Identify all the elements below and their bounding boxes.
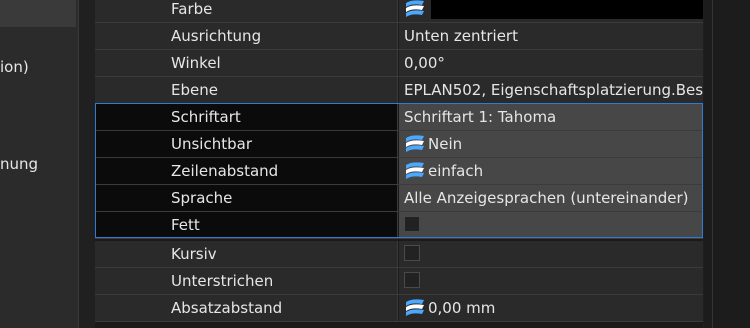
property-name: Ausrichtung [95,23,398,49]
property-grid: Farbe Ausrichtung Unten zentriert Winkel… [95,0,703,328]
property-row-schriftart[interactable]: Schriftart Schriftart 1: Tahoma [95,104,703,131]
property-row-unsichtbar[interactable]: Unsichtbar Nein [95,131,703,158]
property-value-text: 0,00 mm [428,299,496,317]
left-panel-item[interactable]: nung [0,155,38,173]
property-row-winkel[interactable]: Winkel 0,00° [95,50,703,77]
property-row-kursiv[interactable]: Kursiv [95,241,703,268]
left-panel-selected-item[interactable] [0,0,76,27]
kursiv-checkbox[interactable] [404,245,420,261]
property-value[interactable]: Nein [399,131,703,157]
property-row-ebene[interactable]: Ebene EPLAN502, Eigenschaftsplatzierung.… [95,77,703,104]
unterstrichen-checkbox[interactable] [404,272,420,288]
property-name: Sprache [95,185,398,211]
left-panel-item[interactable]: ion) [0,58,29,76]
property-row-ausrichtung[interactable]: Ausrichtung Unten zentriert [95,23,703,50]
fett-checkbox[interactable] [404,216,420,232]
property-value-text: Nein [428,135,463,153]
property-name: Fett [95,212,398,238]
property-value[interactable]: EPLAN502, Eigenschaftsplatzierung.Bes… [399,77,703,103]
property-name: Farbe [95,0,398,22]
property-value[interactable]: 0,00° [399,50,703,76]
property-name: Unsichtbar [95,131,398,157]
property-value[interactable]: Unten zentriert [399,23,703,49]
property-row-farbe[interactable]: Farbe [95,0,703,23]
property-name: Schriftart [95,104,398,130]
divider [712,0,713,328]
property-name: Winkel [95,50,398,76]
property-name: Kursiv [95,241,398,267]
property-name: Unterstrichen [95,268,398,294]
property-value[interactable] [399,241,703,267]
left-panel: ion) nung [0,0,79,328]
color-swatch[interactable] [431,0,703,19]
property-value[interactable]: 0,00 mm [399,295,703,321]
property-value[interactable]: Alle Anzeigesprachen (untereinander) [399,185,703,211]
splitter[interactable] [79,0,95,328]
multi-value-icon [406,135,424,152]
property-value[interactable]: einfach [399,158,703,184]
multi-value-icon [406,162,424,179]
property-row-sprache[interactable]: Sprache Alle Anzeigesprachen (untereinan… [95,185,703,212]
property-row-fett[interactable]: Fett [95,212,703,239]
property-value-color[interactable] [399,0,703,22]
property-value[interactable] [399,268,703,294]
property-name: Zeilenabstand [95,158,398,184]
multi-value-icon [406,299,424,316]
property-name: Ebene [95,77,398,103]
multi-value-icon [406,0,424,17]
property-row-unterstrichen[interactable]: Unterstrichen [95,268,703,295]
property-value[interactable]: Schriftart 1: Tahoma [399,104,703,130]
property-row-zeilenabstand[interactable]: Zeilenabstand einfach [95,158,703,185]
property-row-absatzabstand[interactable]: Absatzabstand 0,00 mm [95,295,703,322]
property-name: Absatzabstand [95,295,398,321]
property-value[interactable] [399,212,703,238]
right-panel-edge [704,0,750,328]
property-value-text: einfach [428,162,484,180]
